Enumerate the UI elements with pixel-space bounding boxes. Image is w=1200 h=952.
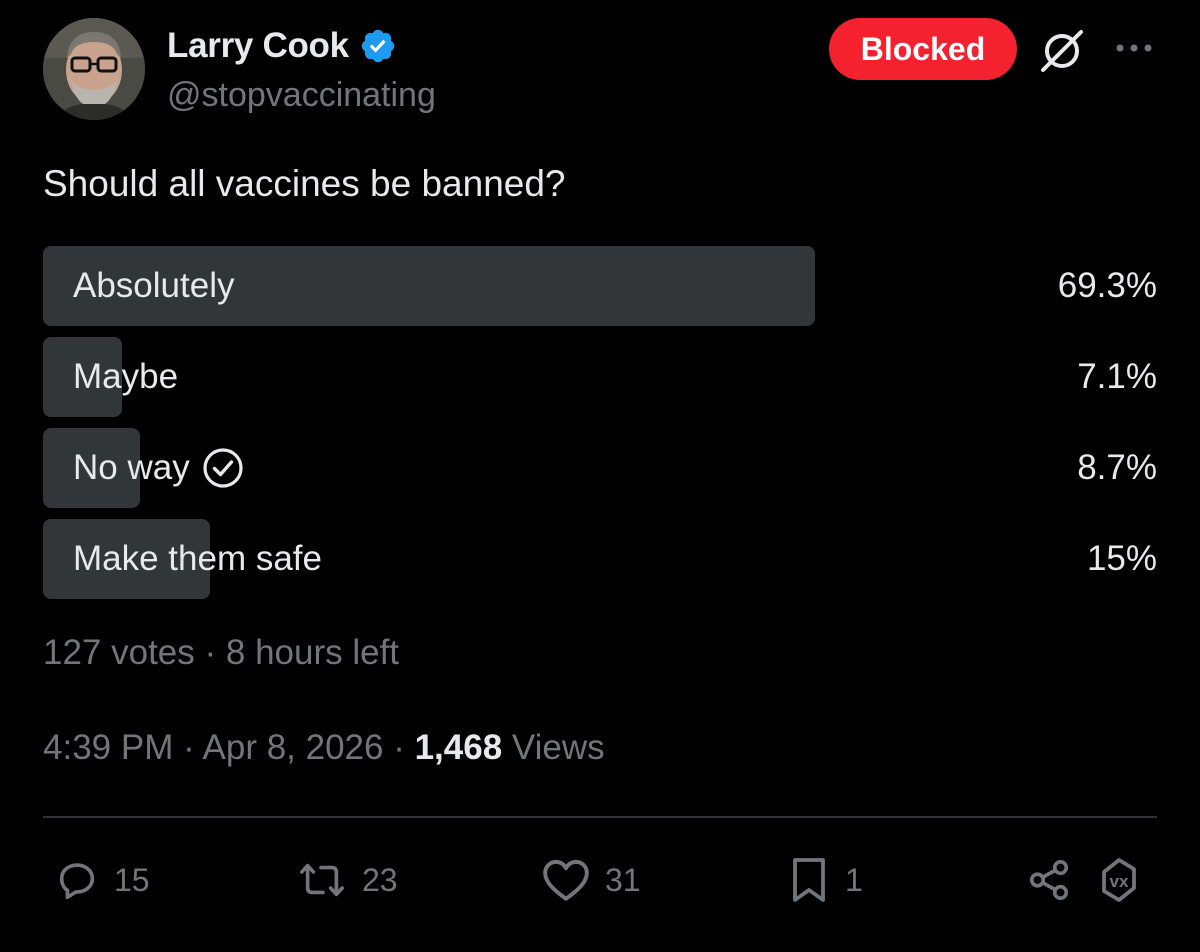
- grok-icon[interactable]: [1039, 28, 1085, 74]
- poll-option[interactable]: Maybe 7.1%: [43, 337, 1157, 417]
- poll-option-percent: 15%: [1086, 539, 1157, 578]
- author-name-row[interactable]: Larry Cook: [167, 24, 397, 68]
- share-button[interactable]: [1026, 852, 1072, 908]
- vx-icon: vx: [1102, 858, 1136, 902]
- poll-option-percent: 8.7%: [1077, 448, 1157, 487]
- post-text: Should all vaccines be banned?: [43, 163, 566, 204]
- poll-option[interactable]: No way 8.7%: [43, 428, 1157, 508]
- repost-button[interactable]: 23: [296, 852, 398, 908]
- bookmark-count: 1: [845, 861, 863, 898]
- check-circle-icon: [203, 448, 243, 488]
- like-count: 31: [605, 861, 641, 898]
- reply-button[interactable]: 15: [54, 852, 150, 908]
- poll-option-label: Absolutely: [73, 266, 235, 305]
- poll-meta: 127 votes · 8 hours left: [43, 633, 400, 672]
- like-icon: [543, 859, 589, 901]
- avatar[interactable]: [43, 18, 145, 120]
- post-time[interactable]: 4:39 PM · Apr 8, 2026 ·: [43, 728, 415, 767]
- views-label: Views: [502, 728, 605, 767]
- verified-badge-icon: [361, 29, 395, 63]
- reply-icon: [59, 863, 95, 900]
- reply-count: 15: [114, 861, 150, 898]
- svg-text:vx: vx: [1110, 872, 1129, 891]
- poll-option-percent: 69.3%: [1057, 266, 1157, 305]
- poll-option-label: No way: [73, 448, 190, 487]
- vx-button[interactable]: vx: [1093, 852, 1145, 908]
- share-icon: [1029, 859, 1069, 901]
- poll-option-label: Maybe: [73, 357, 179, 396]
- divider: [43, 816, 1157, 818]
- timestamp-row: 4:39 PM · Apr 8, 2026 · 1,468 Views: [43, 728, 605, 768]
- poll-option[interactable]: Make them safe 15%: [43, 519, 1157, 599]
- repost-count: 23: [362, 861, 398, 898]
- post-detail: Larry Cook @stopvaccinating Blocked Shou…: [0, 0, 1200, 952]
- repost-icon: [300, 863, 344, 897]
- poll-option[interactable]: Absolutely 69.3%: [43, 246, 1157, 326]
- author-handle[interactable]: @stopvaccinating: [167, 76, 436, 115]
- blocked-button[interactable]: Blocked: [829, 18, 1017, 80]
- like-button[interactable]: 31: [541, 852, 641, 908]
- bookmark-icon: [793, 858, 825, 902]
- views-count: 1,468: [414, 728, 503, 767]
- bookmark-button[interactable]: 1: [787, 852, 863, 908]
- author-name[interactable]: Larry Cook: [167, 26, 349, 66]
- more-icon[interactable]: [1112, 30, 1156, 66]
- poll: Absolutely 69.3% Maybe 7.1% No way 8.7%: [43, 246, 1157, 610]
- poll-option-percent: 7.1%: [1077, 357, 1157, 396]
- poll-option-label: Make them safe: [73, 539, 322, 578]
